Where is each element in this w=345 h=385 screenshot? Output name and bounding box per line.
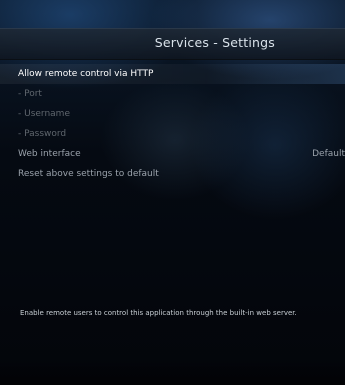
header-bar: Services - Settings — [0, 28, 345, 60]
setting-label: Reset above settings to default — [18, 169, 159, 179]
setting-allow-remote-control[interactable]: Allow remote control via HTTP — [0, 64, 345, 84]
setting-username[interactable]: - Username — [0, 104, 345, 124]
setting-label: - Port — [18, 89, 42, 99]
setting-description: Enable remote users to control this appl… — [20, 309, 297, 317]
setting-port[interactable]: - Port — [0, 84, 345, 104]
setting-label: - Username — [18, 109, 70, 119]
settings-screen: Services - Settings Allow remote control… — [0, 0, 345, 385]
setting-value: Default — [312, 149, 345, 159]
setting-reset-defaults[interactable]: Reset above settings to default — [0, 164, 345, 184]
setting-password[interactable]: - Password — [0, 124, 345, 144]
footer-bar — [0, 358, 345, 385]
setting-label: Allow remote control via HTTP — [18, 69, 154, 79]
setting-web-interface[interactable]: Web interface Default — [0, 144, 345, 164]
settings-list: Allow remote control via HTTP - Port - U… — [0, 64, 345, 184]
page-title: Services - Settings — [154, 35, 275, 50]
setting-label: - Password — [18, 129, 67, 139]
setting-label: Web interface — [18, 149, 81, 159]
